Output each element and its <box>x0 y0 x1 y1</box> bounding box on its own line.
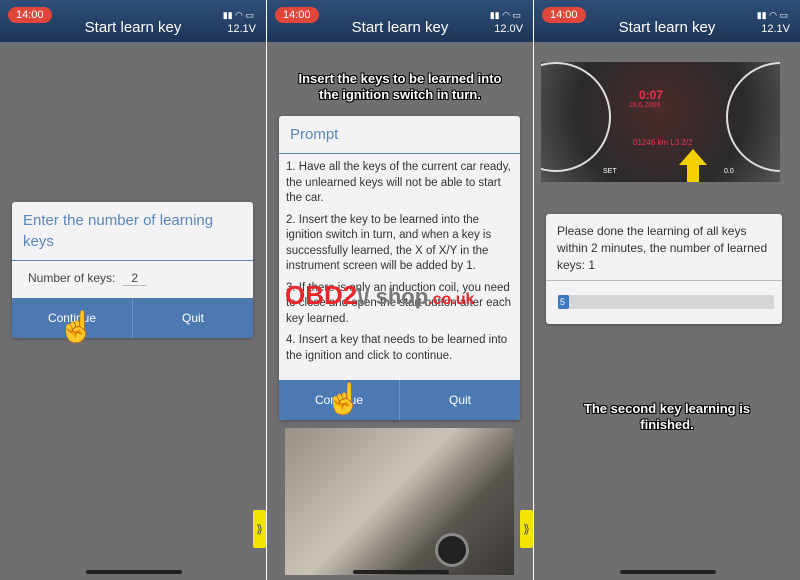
voltage: 12.1V <box>761 23 790 35</box>
progress-bar: 5 <box>558 295 774 309</box>
home-indicator <box>620 570 716 574</box>
screen-learning-progress: 14:00 Start learn key ▮▮ ◠ ▭ 12.1V 0:07 … <box>534 0 800 580</box>
dash-date: 26.6.2009 <box>629 102 661 109</box>
progress-dialog: Please done the learning of all keys wit… <box>546 214 782 324</box>
screen-prompt: 14:00 Start learn key ▮▮ ◠ ▭ 12.0V Inser… <box>267 0 533 580</box>
quit-button[interactable]: Quit <box>399 380 520 420</box>
hand-pointer-icon: ☝ <box>325 383 363 416</box>
progress-message: Please done the learning of all keys wit… <box>546 214 782 281</box>
page-title: Start learn key <box>84 19 182 36</box>
prompt-dialog: Prompt 1. Have all the keys of the curre… <box>279 116 520 420</box>
status-icons: ▮▮ ◠ ▭ <box>756 10 788 20</box>
arrow-up-icon <box>679 149 707 165</box>
quit-button[interactable]: Quit <box>132 298 253 338</box>
dash-reset: 0.0 <box>724 168 734 175</box>
dash-counter: 01246 km L3 2/2 <box>633 138 693 147</box>
dialog-title: Enter the number of learning keys <box>12 202 253 261</box>
expand-handle[interactable]: ⟫ <box>520 510 533 548</box>
progress-fill: 5 <box>558 295 569 309</box>
page-title: Start learn key <box>618 19 716 36</box>
home-indicator <box>86 570 182 574</box>
screen-enter-keys: 14:00 Start learn key ▮▮ ◠ ▭ 12.1V Enter… <box>0 0 266 580</box>
field-label: Number of keys: <box>28 271 116 285</box>
dialog-title: Prompt <box>279 116 520 154</box>
key-count-dialog: Enter the number of learning keys Number… <box>12 202 253 338</box>
header: 14:00 Start learn key ▮▮ ◠ ▭ 12.0V <box>267 0 533 42</box>
status-icons: ▮▮ ◠ ▭ <box>222 10 254 20</box>
home-indicator <box>353 570 449 574</box>
page-title: Start learn key <box>351 19 449 36</box>
step-text: 4. Insert a key that needs to be learned… <box>286 334 508 362</box>
header: 14:00 Start learn key ▮▮ ◠ ▭ 12.1V <box>0 0 266 42</box>
instruction-caption: Insert the keys to be learned into the i… <box>298 71 502 102</box>
expand-handle[interactable]: ⟫ <box>253 510 266 548</box>
dash-set: SET <box>603 168 617 175</box>
key-count-input[interactable]: 2 <box>122 271 147 286</box>
hand-pointer-icon: ☝ <box>58 311 96 344</box>
watermark-logo: OBD2\/ shop.co.uk <box>285 280 475 310</box>
ignition-photo <box>285 428 514 575</box>
status-icons: ▮▮ ◠ ▭ <box>489 10 521 20</box>
dash-time: 0:07 <box>639 88 664 102</box>
step-text: 2. Insert the key to be learned into the… <box>286 213 492 273</box>
dashboard-photo: 0:07 26.6.2009 01246 km L3 2/2 SET 0.0 <box>541 62 780 182</box>
header: 14:00 Start learn key ▮▮ ◠ ▭ 12.1V <box>534 0 800 42</box>
step-text: 1. Have all the keys of the current car … <box>286 161 511 204</box>
voltage: 12.1V <box>227 23 256 35</box>
finished-caption: The second key learning is finished. <box>583 401 751 432</box>
voltage: 12.0V <box>494 23 523 35</box>
